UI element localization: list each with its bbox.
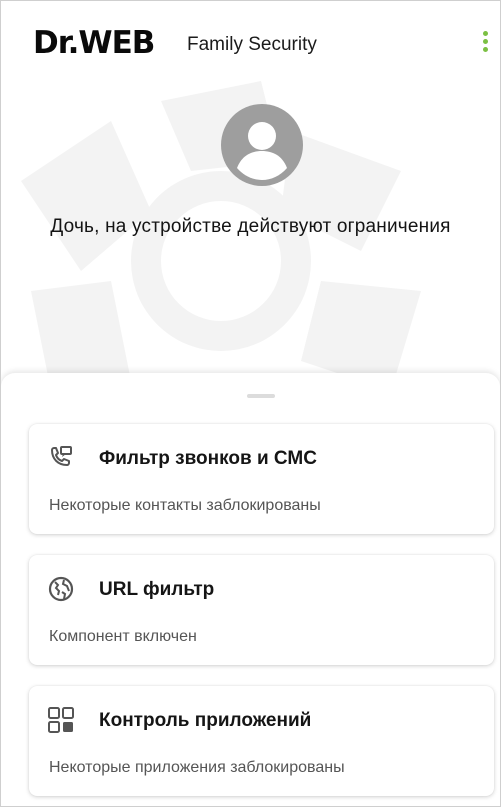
card-title: Контроль приложений — [99, 710, 312, 731]
app-title: Family Security — [187, 34, 317, 55]
card-title: URL фильтр — [99, 579, 215, 600]
app-screen: Dr.WEB Family Security Дочь, на устройст… — [0, 0, 501, 807]
drweb-logo: Dr.WEB — [33, 25, 155, 61]
globe-icon — [47, 575, 75, 603]
call-filter-icon — [47, 444, 75, 472]
account-circle-icon — [220, 103, 304, 187]
app-header: Dr.WEB Family Security — [1, 1, 500, 81]
apps-grid-icon — [47, 706, 75, 734]
device-status-text: Дочь, на устройстве действуют ограничени… — [50, 216, 451, 237]
more-vert-icon[interactable] — [477, 31, 493, 57]
card-title: Фильтр звонков и СМС — [99, 448, 317, 469]
call-sms-filter-card[interactable]: Фильтр звонков и СМС Некоторые контакты … — [29, 424, 494, 534]
card-subtitle: Компонент включен — [49, 628, 197, 645]
url-filter-card[interactable]: URL фильтр Компонент включен — [29, 555, 494, 665]
card-subtitle: Некоторые контакты заблокированы — [49, 497, 321, 514]
app-control-card[interactable]: Контроль приложений Некоторые приложения… — [29, 686, 494, 796]
card-subtitle: Некоторые приложения заблокированы — [49, 759, 345, 776]
sheet-drag-handle[interactable] — [247, 394, 275, 398]
